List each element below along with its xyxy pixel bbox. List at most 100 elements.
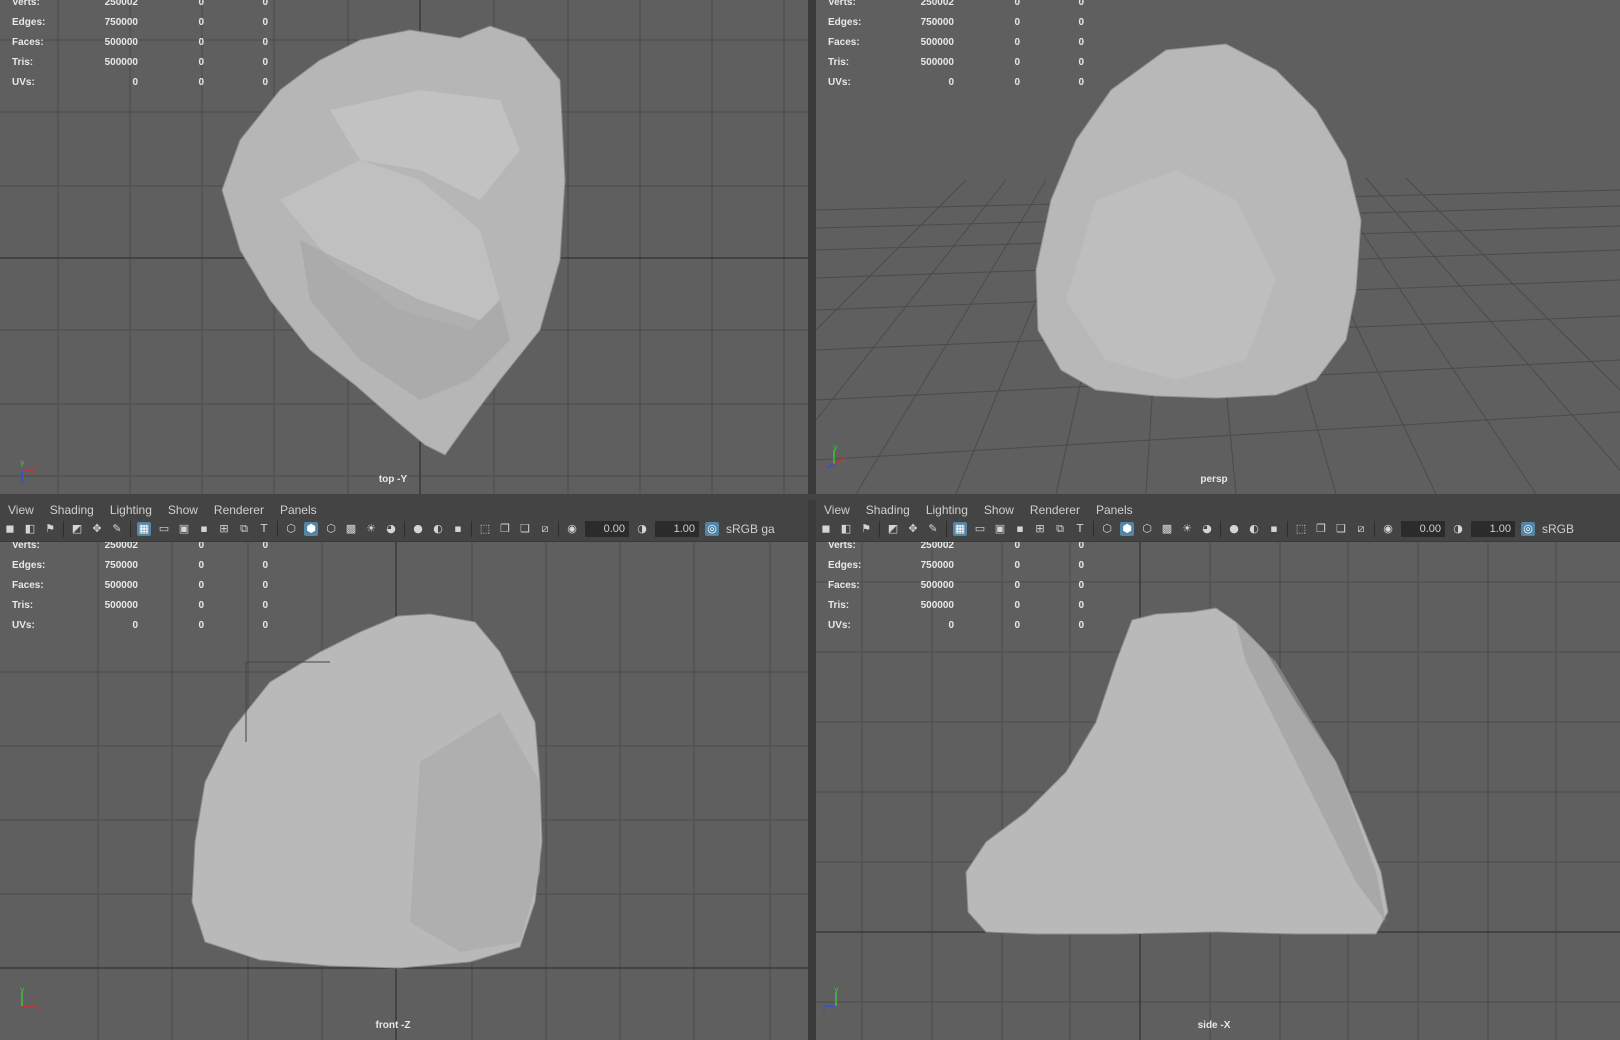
hud-stats-front: Verts: 250002 0 0 Edges: 750000 0 0 Faces: 5000…	[0, 542, 268, 636]
textured-icon[interactable]: ▩	[1160, 522, 1174, 536]
motion-blur-icon[interactable]: ◐	[431, 522, 445, 536]
safe-title-icon[interactable]: T	[257, 522, 271, 536]
image-plane-icon[interactable]: ◩	[886, 522, 900, 536]
resolution-gate-icon[interactable]: ▣	[177, 522, 191, 536]
toolbar-separator	[1287, 521, 1288, 537]
toolbar-separator	[1374, 521, 1375, 537]
gate-mask-icon[interactable]: ▪	[197, 522, 211, 536]
2d-pan-icon[interactable]: ✥	[906, 522, 920, 536]
gamma-field[interactable]: 1.00	[1471, 521, 1515, 537]
xray-active-icon[interactable]: ⧄	[1354, 522, 1368, 536]
camera-label: top -Y	[378, 474, 408, 485]
hud-row: Edges: 750000 0 0	[12, 17, 268, 28]
hud-row: Verts: 250002 0 0	[828, 0, 1084, 8]
shadows-icon[interactable]: ◕	[1200, 522, 1214, 536]
anti-aliasing-icon[interactable]: ▪	[451, 522, 465, 536]
exposure-field[interactable]: 0.00	[585, 521, 629, 537]
color-management-icon[interactable]: ◎	[705, 522, 719, 536]
svg-text:z: z	[20, 479, 24, 486]
panel-divider[interactable]	[808, 0, 816, 494]
hud-row: Verts: 250002 0 0	[12, 0, 268, 8]
colorspace-dropdown[interactable]: sRGB ga	[726, 522, 775, 536]
camera-attributes-icon[interactable]: ◧	[839, 522, 853, 536]
menu-renderer[interactable]: Renderer	[1022, 503, 1088, 517]
wireframe-icon[interactable]: ⬡	[284, 522, 298, 536]
gamma-icon[interactable]: ◑	[1451, 522, 1465, 536]
isolate-select-icon[interactable]: ⬚	[478, 522, 492, 536]
menu-show[interactable]: Show	[160, 503, 206, 517]
image-plane-icon[interactable]: ◩	[70, 522, 84, 536]
use-all-lights-icon[interactable]: ☀	[1180, 522, 1194, 536]
menu-view[interactable]: View	[816, 503, 858, 517]
wireframe-icon[interactable]: ⬡	[1100, 522, 1114, 536]
hud-row: Tris: 500000 0 0	[12, 600, 268, 611]
toolbar-separator	[1220, 521, 1221, 537]
menu-lighting[interactable]: Lighting	[102, 503, 160, 517]
wireframe-on-shaded-icon[interactable]: ⬡	[324, 522, 338, 536]
menu-renderer[interactable]: Renderer	[206, 503, 272, 517]
use-all-lights-icon[interactable]: ☀	[364, 522, 378, 536]
hud-row: UVs: 0 0 0	[12, 620, 268, 631]
menu-view[interactable]: View	[0, 503, 42, 517]
smooth-shade-icon[interactable]: ⬢	[1120, 522, 1134, 536]
grease-pencil-icon[interactable]: ✎	[926, 522, 940, 536]
grid-icon[interactable]: ▦	[137, 522, 151, 536]
viewport-front[interactable]: Verts: 250002 0 0 Edges: 750000 0 0 Faces: 5000…	[0, 542, 808, 1040]
menu-show[interactable]: Show	[976, 503, 1022, 517]
hud-row: Verts: 250002 0 0	[828, 542, 1084, 551]
svg-text:x: x	[34, 459, 39, 468]
axis-gizmo-icon: y x	[20, 986, 41, 1012]
xray-icon[interactable]: ❐	[498, 522, 512, 536]
menu-panels[interactable]: Panels	[272, 503, 325, 517]
xray-icon[interactable]: ❐	[1314, 522, 1328, 536]
hud-row: UVs: 0 0 0	[828, 77, 1084, 88]
exposure-icon[interactable]: ◉	[1381, 522, 1395, 536]
viewport-persp[interactable]: Verts: 250002 0 0 Edges: 750000 0 0 Faces: 5000…	[816, 0, 1620, 494]
hud-row: UVs: 0 0 0	[828, 620, 1084, 631]
menu-shading[interactable]: Shading	[858, 503, 918, 517]
hud-row: Edges: 750000 0 0	[828, 560, 1084, 571]
safe-title-icon[interactable]: T	[1073, 522, 1087, 536]
camera-attributes-icon[interactable]: ◧	[23, 522, 37, 536]
grid-icon[interactable]: ▦	[953, 522, 967, 536]
motion-blur-icon[interactable]: ◐	[1247, 522, 1261, 536]
color-management-icon[interactable]: ◎	[1521, 522, 1535, 536]
panel-divider[interactable]	[808, 494, 816, 1040]
isolate-select-icon[interactable]: ⬚	[1294, 522, 1308, 536]
shadows-icon[interactable]: ◕	[384, 522, 398, 536]
xray-joints-icon[interactable]: ❏	[1334, 522, 1348, 536]
field-chart-icon[interactable]: ⊞	[217, 522, 231, 536]
menu-shading[interactable]: Shading	[42, 503, 102, 517]
safe-action-icon[interactable]: ⧉	[237, 522, 251, 536]
bookmark-icon[interactable]: ⚑	[859, 522, 873, 536]
gamma-field[interactable]: 1.00	[655, 521, 699, 537]
viewport-top[interactable]: Verts: 250002 0 0 Edges: 750000 0 0 Faces: 5000…	[0, 0, 808, 494]
camera-select-icon[interactable]: ◼	[819, 522, 833, 536]
exposure-field[interactable]: 0.00	[1401, 521, 1445, 537]
gamma-icon[interactable]: ◑	[635, 522, 649, 536]
xray-active-icon[interactable]: ⧄	[538, 522, 552, 536]
film-gate-icon[interactable]: ▭	[973, 522, 987, 536]
safe-action-icon[interactable]: ⧉	[1053, 522, 1067, 536]
ambient-occlusion-icon[interactable]: ●	[1227, 522, 1241, 536]
resolution-gate-icon[interactable]: ▣	[993, 522, 1007, 536]
2d-pan-icon[interactable]: ✥	[90, 522, 104, 536]
smooth-shade-icon[interactable]: ⬢	[304, 522, 318, 536]
camera-select-icon[interactable]: ◼	[3, 522, 17, 536]
film-gate-icon[interactable]: ▭	[157, 522, 171, 536]
wireframe-on-shaded-icon[interactable]: ⬡	[1140, 522, 1154, 536]
ambient-occlusion-icon[interactable]: ●	[411, 522, 425, 536]
grease-pencil-icon[interactable]: ✎	[110, 522, 124, 536]
colorspace-dropdown[interactable]: sRGB	[1542, 522, 1574, 536]
menu-lighting[interactable]: Lighting	[918, 503, 976, 517]
toolbar-separator	[471, 521, 472, 537]
bookmark-icon[interactable]: ⚑	[43, 522, 57, 536]
field-chart-icon[interactable]: ⊞	[1033, 522, 1047, 536]
viewport-side[interactable]: Verts: 250002 0 0 Edges: 750000 0 0 Faces: 5000…	[816, 542, 1620, 1040]
textured-icon[interactable]: ▩	[344, 522, 358, 536]
exposure-icon[interactable]: ◉	[565, 522, 579, 536]
anti-aliasing-icon[interactable]: ▪	[1267, 522, 1281, 536]
gate-mask-icon[interactable]: ▪	[1013, 522, 1027, 536]
menu-panels[interactable]: Panels	[1088, 503, 1141, 517]
xray-joints-icon[interactable]: ❏	[518, 522, 532, 536]
